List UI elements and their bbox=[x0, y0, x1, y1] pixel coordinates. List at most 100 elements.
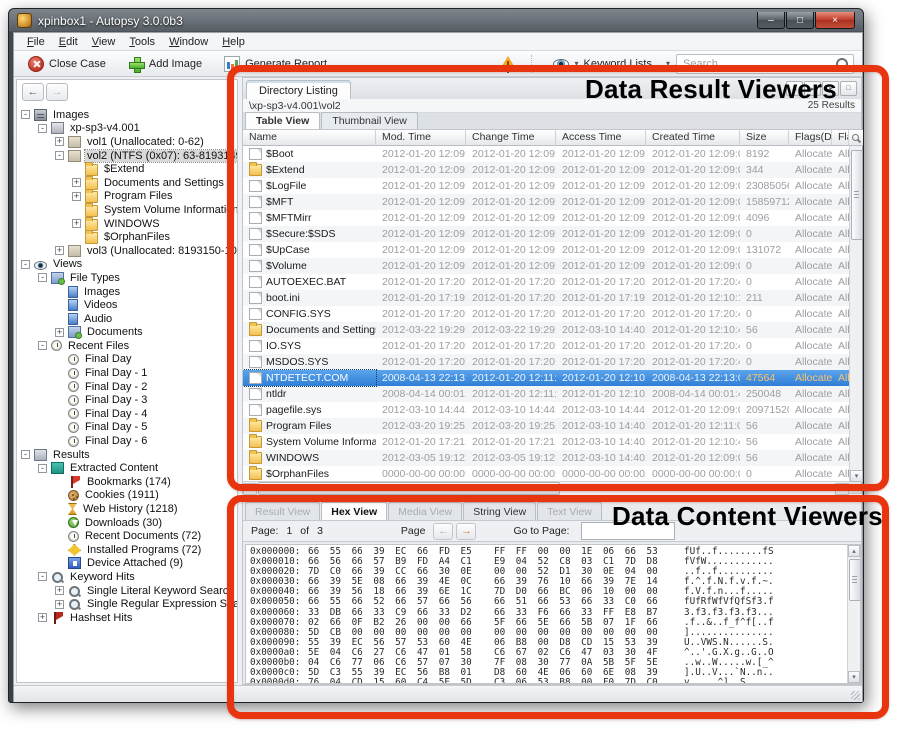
sidebar-item-vol1-unallocated-0-62[interactable]: +vol1 (Unallocated: 0-62) bbox=[17, 135, 237, 149]
tree-expander[interactable]: + bbox=[72, 192, 81, 201]
scroll-up-icon[interactable]: ▴ bbox=[848, 545, 860, 557]
sidebar-item-single-literal-keyword-search-0[interactable]: +Single Literal Keyword Search (0) bbox=[17, 584, 237, 598]
goto-page-input[interactable] bbox=[581, 522, 675, 540]
sidebar-item-extracted-content[interactable]: -Extracted Content bbox=[17, 461, 237, 475]
tree-expander[interactable]: - bbox=[55, 151, 64, 160]
sidebar-item-documents[interactable]: +Documents bbox=[17, 326, 237, 340]
menu-window[interactable]: Window bbox=[162, 35, 215, 49]
table-row[interactable]: AUTOEXEC.BAT2012-01-20 17:20:492012-01-2… bbox=[243, 274, 849, 290]
sidebar-item-keyword-hits[interactable]: -Keyword Hits bbox=[17, 570, 237, 584]
search-input[interactable] bbox=[681, 57, 835, 71]
column-header-created-time[interactable]: Created Time bbox=[646, 130, 740, 146]
table-row[interactable]: $Secure:$SDS2012-01-20 12:09:032012-01-2… bbox=[243, 226, 849, 242]
menu-edit[interactable]: Edit bbox=[52, 35, 85, 49]
generate-report-button[interactable]: Generate Report bbox=[218, 54, 333, 74]
tree-expander[interactable]: - bbox=[38, 341, 47, 350]
title-bar[interactable]: xpinbox1 - Autopsy 3.0.0b3 – □ × bbox=[9, 9, 863, 32]
table-row[interactable]: $UpCase2012-01-20 12:09:032012-01-20 12:… bbox=[243, 242, 849, 258]
sidebar-item-downloads-30[interactable]: Downloads (30) bbox=[17, 516, 237, 530]
sidebar-item-orphanfiles[interactable]: $OrphanFiles bbox=[17, 230, 237, 244]
sidebar-item-system-volume-information[interactable]: System Volume Information bbox=[17, 203, 237, 217]
sidebar-item-final-day-1[interactable]: Final Day - 1 bbox=[17, 366, 237, 380]
sidebar-item-images[interactable]: -Images bbox=[17, 108, 237, 122]
column-header-mod-time[interactable]: Mod. Time bbox=[376, 130, 466, 146]
sidebar-item-final-day-2[interactable]: Final Day - 2 bbox=[17, 380, 237, 394]
sidebar-item-results[interactable]: -Results bbox=[17, 448, 237, 462]
sidebar-item-views[interactable]: -Views bbox=[17, 258, 237, 272]
tab-result-view[interactable]: Result View bbox=[245, 502, 320, 520]
tree-expander[interactable]: - bbox=[38, 464, 47, 473]
sidebar-item-device-attached-9[interactable]: Device Attached (9) bbox=[17, 557, 237, 571]
column-header-flags-dir[interactable]: Flags(Dir) bbox=[789, 130, 832, 146]
menu-tools[interactable]: Tools bbox=[122, 35, 162, 49]
scrollbar-thumb[interactable] bbox=[258, 482, 560, 495]
tab-table-view[interactable]: Table View bbox=[245, 112, 320, 129]
search-icon[interactable] bbox=[835, 57, 849, 71]
sidebar-item-images[interactable]: Images bbox=[17, 285, 237, 299]
sidebar-item-final-day[interactable]: Final Day bbox=[17, 353, 237, 367]
sidebar-item-windows[interactable]: +WINDOWS bbox=[17, 217, 237, 231]
scroll-right-icon[interactable]: ▸ bbox=[835, 483, 849, 495]
maximize-button[interactable]: □ bbox=[786, 12, 814, 29]
sidebar-item-final-day-4[interactable]: Final Day - 4 bbox=[17, 407, 237, 421]
tab-hex-view[interactable]: Hex View bbox=[321, 502, 387, 520]
table-row[interactable]: $Extend2012-01-20 12:09:032012-01-20 12:… bbox=[243, 162, 849, 178]
column-header-change-time[interactable]: Change Time bbox=[466, 130, 556, 146]
add-image-button[interactable]: Add Image bbox=[122, 54, 208, 74]
table-row[interactable]: CONFIG.SYS2012-01-20 17:20:492012-01-20 … bbox=[243, 306, 849, 322]
tab-list-dropdown-icon[interactable]: ▾ bbox=[822, 81, 839, 96]
menu-view[interactable]: View bbox=[85, 35, 123, 49]
close-button[interactable]: × bbox=[815, 12, 855, 29]
sidebar-item-bookmarks-174[interactable]: Bookmarks (174) bbox=[17, 475, 237, 489]
scroll-tabs-right-icon[interactable]: ▸ bbox=[804, 81, 821, 96]
column-settings-icon[interactable] bbox=[849, 130, 863, 146]
table-row[interactable]: $LogFile2012-01-20 12:09:032012-01-20 12… bbox=[243, 178, 849, 194]
hex-vertical-scrollbar[interactable]: ▴ ▾ bbox=[847, 545, 860, 683]
scroll-tabs-left-icon[interactable]: ◂ bbox=[786, 81, 803, 96]
close-case-button[interactable]: Close Case bbox=[22, 54, 112, 74]
table-row[interactable]: $Boot2012-01-20 12:09:032012-01-20 12:09… bbox=[243, 146, 849, 162]
next-page-button[interactable]: → bbox=[456, 523, 476, 540]
minimize-button[interactable]: – bbox=[757, 12, 785, 29]
sidebar-item-recent-documents-72[interactable]: Recent Documents (72) bbox=[17, 529, 237, 543]
search-scope-caret-icon[interactable]: ▾ bbox=[666, 59, 670, 68]
sidebar-item-program-files[interactable]: +Program Files bbox=[17, 190, 237, 204]
tree-expander[interactable]: - bbox=[38, 273, 47, 282]
tab-string-view[interactable]: String View bbox=[463, 502, 536, 520]
forward-button[interactable]: → bbox=[46, 83, 68, 101]
table-row[interactable]: boot.ini2012-01-20 17:19:252012-01-20 17… bbox=[243, 290, 849, 306]
tree-expander[interactable]: + bbox=[55, 137, 64, 146]
sidebar-item-installed-programs-72[interactable]: Installed Programs (72) bbox=[17, 543, 237, 557]
sidebar-item-final-day-3[interactable]: Final Day - 3 bbox=[17, 393, 237, 407]
tab-directory-listing[interactable]: Directory Listing bbox=[246, 80, 351, 100]
menu-help[interactable]: Help bbox=[215, 35, 252, 49]
warning-icon[interactable] bbox=[499, 56, 517, 72]
sidebar-item-hashset-hits[interactable]: +Hashset Hits bbox=[17, 611, 237, 625]
sidebar-item-file-types[interactable]: -File Types bbox=[17, 271, 237, 285]
table-row[interactable]: IO.SYS2012-01-20 17:20:492012-01-20 17:2… bbox=[243, 338, 849, 354]
tab-text-view[interactable]: Text View bbox=[537, 502, 602, 520]
table-row[interactable]: Documents and Settings2012-03-22 19:29:5… bbox=[243, 322, 849, 338]
tree-expander[interactable]: - bbox=[38, 124, 47, 133]
sidebar-item-recent-files[interactable]: -Recent Files bbox=[17, 339, 237, 353]
table-row[interactable]: System Volume Information2012-01-20 17:2… bbox=[243, 434, 849, 450]
tree-expander[interactable]: - bbox=[38, 572, 47, 581]
tree-expander[interactable]: + bbox=[72, 219, 81, 228]
table-row[interactable]: ntldr2008-04-14 00:01:442012-01-20 12:11… bbox=[243, 386, 849, 402]
sidebar-item-xp-sp3-v4-001[interactable]: -xp-sp3-v4.001 bbox=[17, 122, 237, 136]
table-row[interactable]: MSDOS.SYS2012-01-20 17:20:492012-01-20 1… bbox=[243, 354, 849, 370]
sidebar-item-vol2-ntfs-0x07-63-8193149[interactable]: -vol2 (NTFS (0x07): 63-8193149) bbox=[17, 149, 237, 163]
scroll-left-icon[interactable]: ◂ bbox=[243, 483, 257, 495]
maximize-panel-icon[interactable]: □ bbox=[840, 81, 857, 96]
table-row[interactable]: pagefile.sys2012-03-10 14:44:292012-03-1… bbox=[243, 402, 849, 418]
sidebar-item-final-day-6[interactable]: Final Day - 6 bbox=[17, 434, 237, 448]
scroll-down-icon[interactable]: ▾ bbox=[850, 470, 863, 482]
sidebar-item-videos[interactable]: Videos bbox=[17, 298, 237, 312]
tree-expander[interactable]: - bbox=[21, 110, 30, 119]
sidebar-item-web-history-1218[interactable]: Web History (1218) bbox=[17, 502, 237, 516]
table-row[interactable]: $Volume2012-01-20 12:09:032012-01-20 12:… bbox=[243, 258, 849, 274]
tree-expander[interactable]: + bbox=[55, 246, 64, 255]
table-row[interactable]: WINDOWS2012-03-05 19:12:382012-03-05 19:… bbox=[243, 450, 849, 466]
tree-expander[interactable]: - bbox=[21, 260, 30, 269]
tab-thumbnail-view[interactable]: Thumbnail View bbox=[321, 112, 418, 129]
